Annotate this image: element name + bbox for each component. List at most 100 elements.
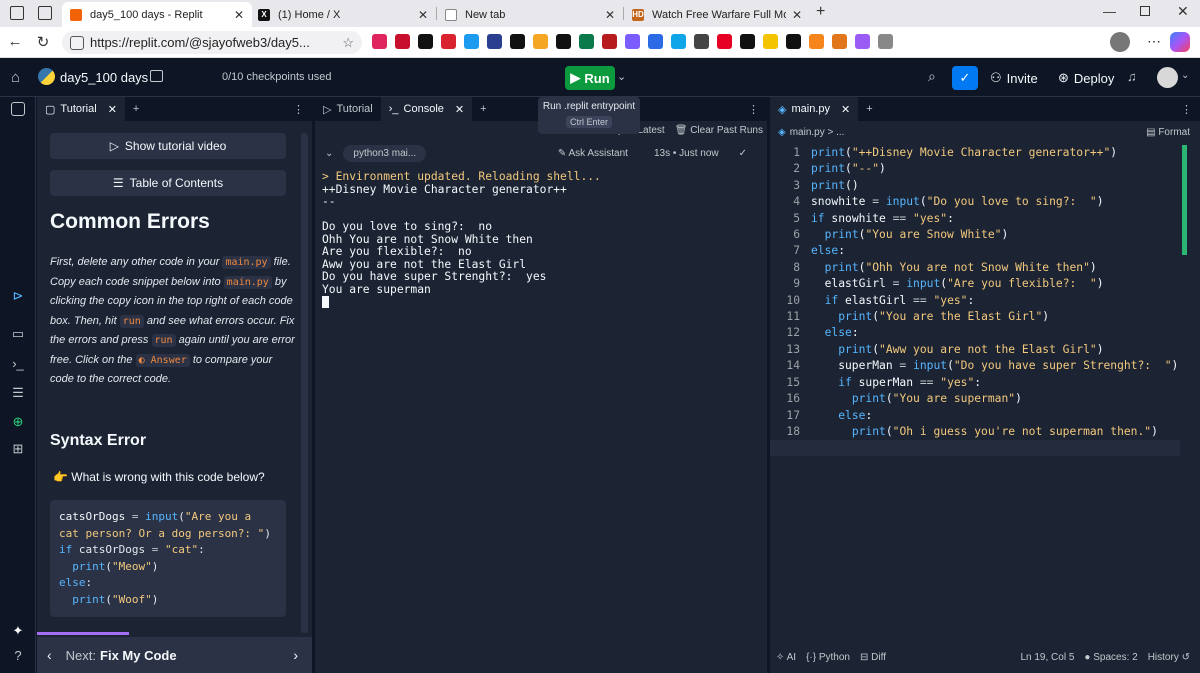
sidebar-toggle-icon[interactable] [11, 102, 25, 116]
project-info-icon[interactable] [150, 70, 163, 82]
line-number: 5 [793, 211, 800, 225]
extension-icon[interactable] [372, 34, 387, 49]
all-tools-icon[interactable]: ⊞ [9, 440, 27, 458]
maximize-icon[interactable] [1140, 6, 1150, 16]
account-chevron-icon[interactable]: ⌄ [1181, 70, 1189, 81]
agent-icon[interactable]: ⊳ [9, 287, 27, 305]
run-options-chevron-icon[interactable]: ⌄ [617, 70, 626, 83]
extension-icon[interactable] [694, 34, 709, 49]
preview-icon[interactable]: ▭ [9, 325, 27, 343]
extension-icon[interactable] [418, 34, 433, 49]
browser-menu-icon[interactable]: ⋯ [1147, 33, 1161, 50]
new-tab-plus-icon[interactable]: + [472, 97, 494, 121]
tab-actions-icon[interactable] [38, 6, 52, 20]
panel-menu-icon[interactable]: ⋮ [1181, 103, 1192, 116]
chevron-left-icon[interactable]: ‹ [47, 647, 52, 663]
language-button[interactable]: {·} Python [806, 652, 850, 663]
sparkle-icon[interactable]: ✦ [9, 622, 27, 640]
new-tab-plus-icon[interactable]: + [858, 97, 880, 121]
format-button[interactable]: ▤ Format [1146, 127, 1190, 138]
extension-icon[interactable] [625, 34, 640, 49]
table-of-contents-button[interactable]: ☰ Table of Contents [50, 170, 286, 196]
close-window-icon[interactable]: ✕ [1177, 3, 1189, 20]
globe-icon[interactable]: ⊕ [9, 413, 27, 431]
extension-icon[interactable] [510, 34, 525, 49]
process-chip[interactable]: python3 mai... [343, 144, 427, 162]
project-name[interactable]: day5_100 days [60, 70, 148, 85]
extension-icon[interactable] [809, 34, 824, 49]
answer-chip[interactable]: ◐ Answer [135, 353, 190, 367]
extension-icon[interactable] [533, 34, 548, 49]
extension-icon[interactable] [832, 34, 847, 49]
extension-icon[interactable] [878, 34, 893, 49]
extension-icon[interactable] [395, 34, 410, 49]
diff-button[interactable]: ⊟ Diff [860, 652, 886, 663]
collapse-chevron-icon[interactable]: ⌄ [325, 148, 333, 159]
home-icon[interactable]: ⌂ [11, 69, 20, 86]
shell-icon[interactable]: ›_ [9, 355, 27, 373]
reload-icon[interactable]: ↻ [34, 33, 52, 51]
extension-icon[interactable] [763, 34, 778, 49]
site-info-icon[interactable] [70, 35, 84, 50]
extension-icon[interactable] [855, 34, 870, 49]
tab-console[interactable]: ›_ Console ✕ [380, 97, 473, 121]
next-lesson-button[interactable]: ‹ Next: Fix My Code › [37, 637, 312, 673]
extension-icon[interactable] [717, 34, 732, 49]
browser-tab-movies[interactable]: HD Watch Free Warfare Full Movies O ✕ [624, 2, 810, 27]
extension-icon[interactable] [740, 34, 755, 49]
database-icon[interactable]: ☰ [9, 384, 27, 402]
check-icon[interactable]: ✓ [952, 66, 978, 90]
close-tab-icon[interactable]: ✕ [792, 8, 802, 22]
panel-menu-icon[interactable]: ⋮ [748, 103, 759, 116]
back-arrow-icon[interactable]: ← [6, 33, 24, 50]
history-button[interactable]: History ↺ [1148, 652, 1190, 663]
notifications-bell-icon[interactable]: ♫ [1127, 69, 1137, 84]
browser-tab-x[interactable]: X (1) Home / X ✕ [250, 2, 436, 27]
chevron-right-icon[interactable]: › [293, 647, 298, 663]
tab-tutorial[interactable]: ▷ Tutorial [315, 97, 381, 121]
show-tutorial-video-button[interactable]: ▷ Show tutorial video [50, 133, 286, 159]
window-menu-icon[interactable] [10, 6, 24, 20]
extension-icon[interactable] [671, 34, 686, 49]
ai-button[interactable]: ✧ AI [776, 652, 796, 663]
close-tab-icon[interactable]: ✕ [234, 8, 244, 22]
run-button[interactable]: ▶ Run [565, 66, 615, 90]
invite-button[interactable]: ⚇ Invite [984, 66, 1044, 90]
close-tab-icon[interactable]: ✕ [418, 8, 428, 22]
panel-menu-icon[interactable]: ⋮ [293, 103, 304, 116]
extension-icon[interactable] [786, 34, 801, 49]
search-icon[interactable]: ⌕ [928, 68, 936, 85]
extension-icon[interactable] [602, 34, 617, 49]
tutorial-scrollbar[interactable] [301, 133, 308, 633]
minimize-icon[interactable]: — [1103, 4, 1116, 19]
star-icon[interactable]: ☆ [342, 35, 354, 51]
clear-past-runs-button[interactable]: 🗑 Clear Past Runs [675, 125, 763, 136]
deploy-button[interactable]: ⊛ Deploy [1052, 66, 1120, 90]
copilot-icon[interactable] [1170, 32, 1190, 52]
help-icon[interactable]: ? [9, 647, 27, 665]
ask-assistant-button[interactable]: ✎ Ask Assistant [558, 148, 628, 159]
close-tab-icon[interactable]: ✕ [455, 103, 464, 116]
indent-setting[interactable]: ● Spaces: 2 [1084, 652, 1137, 663]
browser-tab-replit[interactable]: day5_100 days - Replit ✕ [62, 2, 252, 27]
close-tab-icon[interactable]: ✕ [841, 103, 850, 116]
code-editor[interactable]: print("++Disney Movie Character generato… [811, 145, 1178, 457]
user-avatar[interactable] [1157, 67, 1178, 88]
extension-icon[interactable] [648, 34, 663, 49]
extension-icon[interactable] [441, 34, 456, 49]
extension-icon[interactable] [579, 34, 594, 49]
tab-main-py[interactable]: ◈ main.py ✕ [770, 97, 859, 121]
extension-icon[interactable] [556, 34, 571, 49]
console-output[interactable]: > Environment updated. Reloading shell..… [322, 170, 601, 312]
new-tab-plus-icon[interactable]: + [125, 97, 147, 121]
close-tab-icon[interactable]: ✕ [108, 103, 117, 116]
close-tab-icon[interactable]: ✕ [605, 8, 615, 22]
extension-icon[interactable] [464, 34, 479, 49]
cursor-position[interactable]: Ln 19, Col 5 [1020, 652, 1074, 663]
url-field[interactable]: https://replit.com/@sjayofweb3/day5... ☆ [62, 31, 362, 54]
browser-tab-new[interactable]: New tab ✕ [437, 2, 623, 27]
tab-tutorial[interactable]: ▢ Tutorial ✕ [37, 97, 125, 121]
new-tab-plus-icon[interactable]: + [816, 3, 825, 21]
profile-avatar[interactable] [1110, 32, 1130, 52]
extension-icon[interactable] [487, 34, 502, 49]
